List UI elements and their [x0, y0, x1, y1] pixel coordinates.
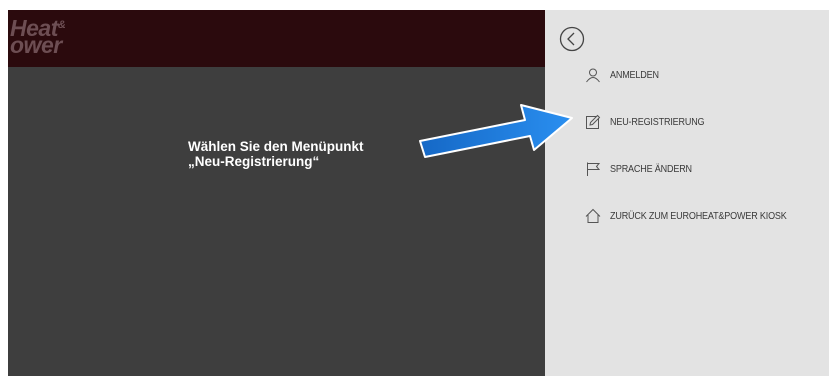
logo-text-line2: ower — [10, 32, 62, 58]
user-icon — [586, 68, 600, 83]
logo-ampersand: & — [57, 19, 66, 31]
main-area: Heat& ower Wählen Sie den Menüpunkt „Neu… — [8, 10, 545, 376]
app-window: Heat& ower Wählen Sie den Menüpunkt „Neu… — [8, 10, 829, 376]
menu-item-zurueck-zum-kiosk[interactable]: ZURÜCK ZUM EUROHEAT&POWER KIOSK — [585, 206, 815, 226]
instruction-line1: Wählen Sie den Menüpunkt — [188, 139, 364, 154]
menu-item-label: ANMELDEN — [610, 69, 659, 81]
menu-item-label: ZURÜCK ZUM EUROHEAT&POWER KIOSK — [610, 210, 787, 222]
instruction-line2: „Neu-Registrierung“ — [188, 154, 320, 169]
menu-item-label: SPRACHE ÄNDERN — [610, 163, 692, 175]
home-icon — [585, 208, 601, 223]
flag-icon — [587, 162, 601, 176]
menu-item-anmelden[interactable]: ANMELDEN — [585, 65, 667, 85]
menu-item-neu-registrierung[interactable]: NEU-REGISTRIERUNG — [585, 112, 720, 132]
side-menu-panel: ANMELDEN NEU-REGISTRIERUNG SPRACHE ÄNDER… — [545, 10, 829, 376]
menu-item-label: NEU-REGISTRIERUNG — [610, 116, 705, 128]
edit-icon — [586, 114, 601, 129]
header-bar: Heat& ower — [8, 10, 545, 67]
brand-logo: Heat& ower — [10, 17, 66, 57]
menu-item-sprache-aendern[interactable]: SPRACHE ÄNDERN — [585, 159, 705, 179]
instruction-callout: Wählen Sie den Menüpunkt „Neu-Registrier… — [188, 139, 448, 169]
back-icon[interactable] — [559, 26, 585, 52]
